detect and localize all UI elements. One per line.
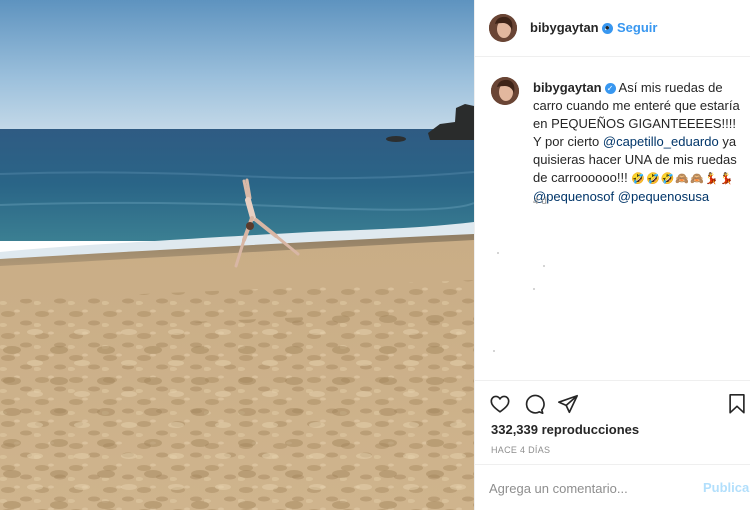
- comment-button[interactable]: [523, 393, 545, 420]
- profile-photo-icon: [491, 77, 519, 105]
- publish-button[interactable]: Publicar: [703, 480, 750, 495]
- heart-icon: [490, 395, 510, 413]
- username-text[interactable]: bibygaytan: [530, 20, 599, 35]
- comment-input[interactable]: [489, 478, 689, 498]
- post-actions: 332,339 reproducciones HACE 4 DÍAS Publi…: [475, 380, 750, 510]
- avatar[interactable]: [489, 14, 517, 42]
- save-button[interactable]: [727, 393, 747, 420]
- comment-form: Publicar: [475, 464, 750, 511]
- caption-avatar[interactable]: [491, 77, 519, 105]
- emoji-sequence: 🤣🤣🤣🙈🙈💃💃: [631, 173, 735, 185]
- share-button[interactable]: [557, 393, 579, 420]
- loading-dot: [497, 252, 499, 254]
- bookmark-icon: [729, 394, 745, 414]
- follow-button[interactable]: Seguir: [617, 20, 657, 35]
- verified-badge-icon: ✓: [604, 83, 616, 94]
- caption-username[interactable]: bibygaytan: [533, 80, 602, 95]
- mention-link[interactable]: @pequenosusa: [618, 189, 709, 204]
- loading-dot: [493, 350, 495, 352]
- separator-dot: •: [605, 20, 610, 35]
- caption-age: 4 d: [533, 196, 547, 207]
- share-icon: [558, 394, 578, 414]
- instagram-post: bibygaytan ✓ • Seguir bibygaytan ✓ Así mis…: [0, 0, 750, 510]
- profile-photo-icon: [489, 14, 517, 42]
- post-timestamp[interactable]: HACE 4 DÍAS: [491, 445, 550, 455]
- comment-icon: [525, 394, 545, 414]
- post-video[interactable]: [0, 0, 474, 510]
- post-caption: bibygaytan ✓ Así mis ruedas de carro cuan…: [533, 79, 745, 206]
- loading-dot: [543, 265, 545, 267]
- mention-link[interactable]: @capetillo_eduardo: [603, 134, 719, 149]
- like-button[interactable]: [489, 393, 511, 420]
- loading-dot: [533, 288, 535, 290]
- header-username[interactable]: bibygaytan ✓: [530, 20, 613, 35]
- comments-area: bibygaytan ✓ Así mis ruedas de carro cuan…: [475, 57, 750, 380]
- post-header: bibygaytan ✓ • Seguir: [475, 0, 750, 57]
- view-count[interactable]: 332,339 reproducciones: [491, 422, 639, 437]
- beach-video-frame: [0, 0, 474, 510]
- post-sidebar: bibygaytan ✓ • Seguir bibygaytan ✓ Así mis…: [474, 0, 750, 510]
